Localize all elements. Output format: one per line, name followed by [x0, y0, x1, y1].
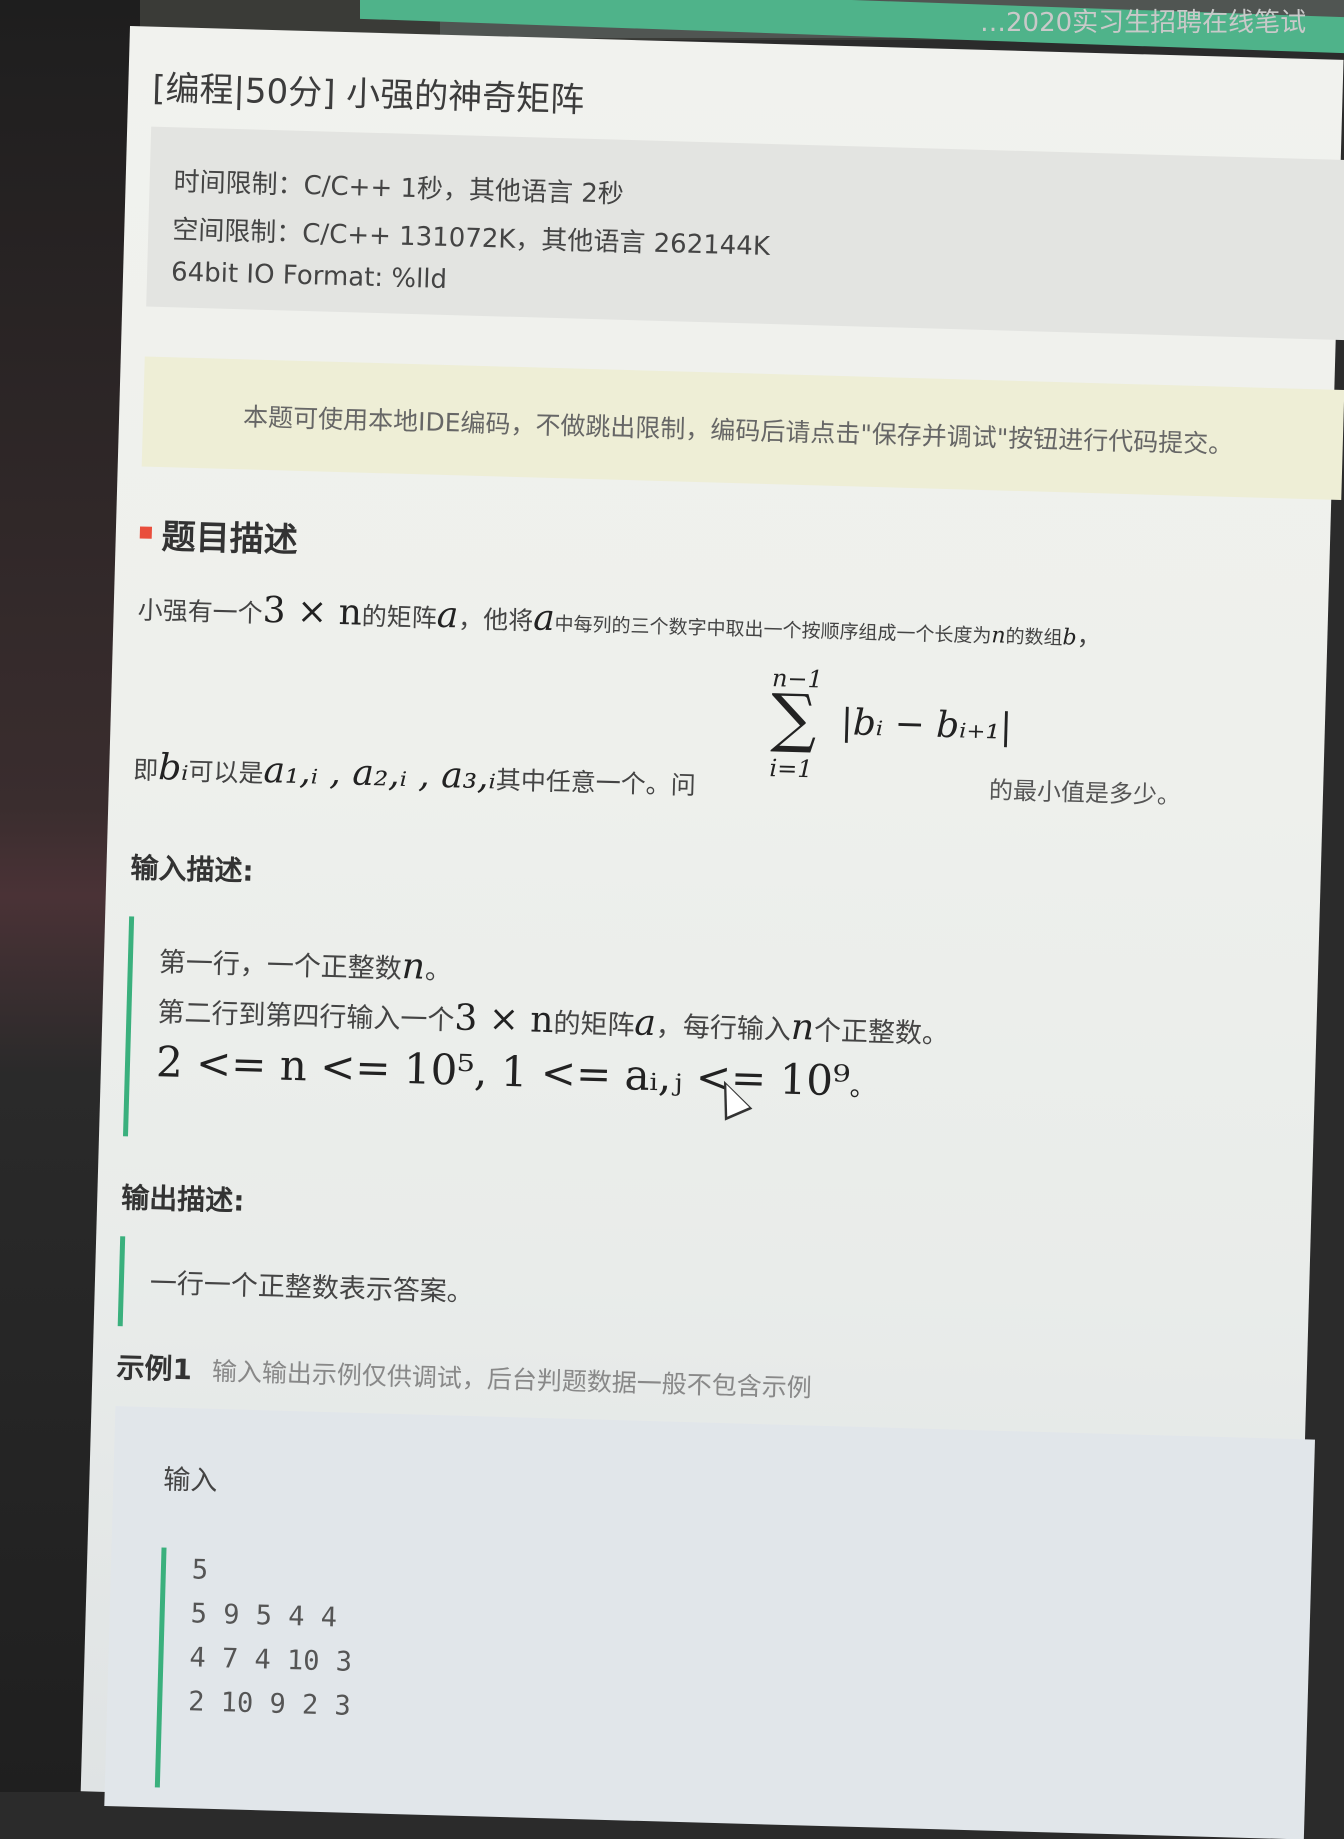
description-line-2-end: 的最小值是多少。 [988, 776, 1182, 810]
problem-title: [编程|50分] 小强的神奇矩阵 [151, 68, 585, 121]
sum-formula: n−1 ∑ i=1 |bᵢ − bᵢ₊₁| [769, 664, 1013, 790]
input-description-block: 第一行，一个正整数n。 第二行到第四行输入一个3 × n的矩阵a，每行输入n个正… [122, 916, 1034, 1162]
input-math: n [401, 945, 426, 988]
input-text: 个正整数。 [813, 1015, 950, 1051]
input-text: ，每行输入 [655, 1011, 792, 1046]
constraints-end: 。 [849, 1072, 877, 1104]
input-text: 第二行到第四行输入一个 [157, 997, 455, 1037]
section-marker-icon [139, 526, 153, 539]
section-title: 题目描述 [161, 517, 299, 561]
description-line-1: 小强有一个3 × n的矩阵a，他将a中每列的三个数字中取出一个按顺序组成一个长度… [137, 586, 1102, 654]
description-line-2: 即bᵢ可以是a₁,ᵢ , a₂,ᵢ , a₃,ᵢ其中任意一个。问 [133, 746, 697, 803]
desc-math: a [532, 597, 556, 640]
input-constraints: 2 <= n <= 10⁵, 1 <= aᵢ,ⱼ <= 10⁹。 [155, 1037, 876, 1106]
desc-math: n [991, 623, 1006, 649]
output-description-title: 输出描述: [120, 1181, 245, 1218]
desc-text: ， [1076, 621, 1103, 652]
desc-text: ，他将 [457, 604, 534, 636]
input-text: 。 [424, 954, 453, 987]
desc-text: 的数组 [1005, 625, 1063, 650]
desc-text: 小强有一个 [137, 595, 264, 628]
io-format: 64bit IO Format: %lld [170, 257, 448, 295]
memory-limit: 空间限制：C/C++ 131072K，其他语言 262144K [171, 215, 771, 262]
tab-title[interactable]: …2020实习生招聘在线笔试 [980, 2, 1306, 39]
input-math: 3 × n [453, 997, 555, 1042]
input-line-1: 第一行，一个正整数n。 [158, 939, 452, 988]
desc-math: bᵢ [157, 747, 190, 789]
output-text: 一行一个正整数表示答案。 [149, 1268, 475, 1309]
example-input-code[interactable]: 5 5 9 5 4 4 4 7 4 10 3 2 10 9 2 3 [154, 1547, 793, 1805]
desc-text: 即 [132, 755, 159, 786]
desc-math: b [1062, 625, 1078, 651]
desc-text: 可以是 [188, 756, 264, 789]
input-math: a [633, 1002, 657, 1045]
ide-notice-text: 本题可使用本地IDE编码，不做跳出限制，编码后请点击"保存并调试"按钮进行代码提… [242, 402, 1234, 459]
desc-text: 中每列的三个数字中取出一个按顺序组成一个长度为 [554, 613, 992, 648]
desc-math: a₁,ᵢ , a₂,ᵢ , a₃,ᵢ [263, 750, 497, 798]
desc-text: 的矩阵 [361, 601, 438, 633]
input-text: 第一行，一个正整数 [158, 947, 403, 985]
input-math: n [790, 1006, 815, 1049]
desc-text: 其中任意一个。问 [495, 765, 697, 801]
problem-page: [编程|50分] 小强的神奇矩阵 时间限制：C/C++ 1秒，其他语言 2秒 空… [80, 26, 1344, 1839]
example-label: 示例1 [116, 1351, 193, 1387]
example-note: 输入输出示例仅供调试，后台判题数据一般不包含示例 [211, 1356, 813, 1403]
ide-notice: 本题可使用本地IDE编码，不做跳出限制，编码后请点击"保存并调试"按钮进行代码提… [141, 356, 1344, 501]
desc-math: 3 × n [262, 589, 363, 634]
desc-math: a [436, 594, 459, 637]
sigma-symbol: ∑ [769, 681, 818, 757]
example-box: 输入 5 5 9 5 4 4 4 7 4 10 3 2 10 9 2 3 [104, 1406, 1315, 1839]
output-description-block: 一行一个正整数表示答案。 [117, 1236, 1025, 1352]
input-text: 的矩阵 [553, 1008, 635, 1042]
input-description-title: 输入描述: [130, 851, 255, 888]
time-limit: 时间限制：C/C++ 1秒，其他语言 2秒 [173, 167, 625, 210]
sum-lower-bound: i=1 [769, 754, 813, 784]
example-header: 示例1 输入输出示例仅供调试，后台判题数据一般不包含示例 [116, 1346, 812, 1405]
limits-panel: 时间限制：C/C++ 1秒，其他语言 2秒 空间限制：C/C++ 131072K… [146, 126, 1344, 341]
sum-expression: |bᵢ − bᵢ₊₁| [840, 702, 1013, 748]
example-input-label: 输入 [162, 1464, 218, 1498]
